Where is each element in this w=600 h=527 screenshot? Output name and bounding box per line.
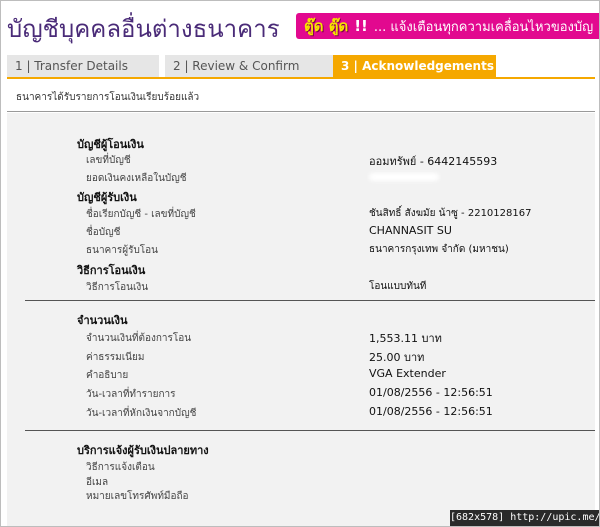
to-account-name-no-value: ชันสิทธิ์ สังฆมัย น้าซู - 2210128167 xyxy=(369,208,532,219)
divider xyxy=(7,111,595,112)
debit-time-value: 01/08/2556 - 12:56:51 xyxy=(369,405,493,418)
banner-logo: ตู๊ด ตู๊ด xyxy=(304,17,349,35)
transfer-amount-label: จำนวนเงินที่ต้องการโอน xyxy=(86,333,192,344)
tab-transfer-details[interactable]: 1 | Transfer Details xyxy=(7,55,165,77)
image-host-watermark: [682x578] http://upic.me/ xyxy=(450,510,599,526)
divider xyxy=(25,430,595,431)
promo-banner[interactable]: ตู๊ด ตู๊ด !! ... แจ้งเตือนทุกความเคลื่อน… xyxy=(296,13,599,39)
receiving-bank-value: ธนาคารกรุงเทพ จำกัด (มหาชน) xyxy=(369,244,509,255)
method-heading: วิธีการโอนเงิน xyxy=(77,264,146,277)
tab-review-confirm[interactable]: 2 | Review & Confirm xyxy=(165,55,333,77)
transaction-time-label: วัน-เวลาที่ทำรายการ xyxy=(86,389,176,400)
notify-heading: บริการแจ้งผู้รับเงินปลายทาง xyxy=(77,444,209,457)
fee-value: 25.00 บาท xyxy=(369,351,425,364)
balance-value-redacted xyxy=(369,173,439,181)
to-account-name-value: CHANNASIT SU xyxy=(369,224,452,237)
banner-message: ... แจ้งเตือนทุกความเคลื่อนไหวของบัญ xyxy=(373,19,594,35)
amount-heading: จำนวนเงิน xyxy=(77,314,128,327)
from-account-no-label: เลขที่บัญชี xyxy=(86,155,131,166)
balance-label: ยอดเงินคงเหลือในบัญชี xyxy=(86,173,187,184)
description-value: VGA Extender xyxy=(369,367,446,380)
fee-label: ค่าธรรมเนียม xyxy=(86,352,145,363)
notify-method-label: วิธีการแจ้งเตือน xyxy=(86,462,155,473)
method-label: วิธีการโอนเงิน xyxy=(86,282,149,293)
notify-email-label: อีเมล xyxy=(86,477,109,488)
method-value: โอนแบบทันที xyxy=(369,281,427,292)
to-account-heading: บัญชีผู้รับเงิน xyxy=(77,191,137,204)
description-label: คำอธิบาย xyxy=(86,370,129,381)
to-account-name-no-label: ชื่อเรียกบัญชี - เลขที่บัญชี xyxy=(86,209,196,220)
success-notice: ธนาคารได้รับรายการโอนเงินเรียบร้อยแล้ว xyxy=(16,92,200,103)
banner-exclamation: !! xyxy=(354,17,368,35)
page-title: บัญชีบุคคลอื่นต่างธนาคาร xyxy=(7,15,280,43)
notify-phone-label: หมายเลขโทรศัพท์มือถือ xyxy=(86,491,189,502)
to-account-name-label: ชื่อบัญชี xyxy=(86,227,121,238)
step-tabs: 1 | Transfer Details 2 | Review & Confir… xyxy=(7,55,595,77)
debit-time-label: วัน-เวลาที่หักเงินจากบัญชี xyxy=(86,408,197,419)
divider xyxy=(25,300,595,301)
tab-underline xyxy=(7,77,595,79)
transfer-amount-value: 1,553.11 บาท xyxy=(369,332,442,345)
receiving-bank-label: ธนาคารผู้รับโอน xyxy=(86,245,159,256)
from-account-heading: บัญชีผู้โอนเงิน xyxy=(77,138,144,151)
screenshot-frame: บัญชีบุคคลอื่นต่างธนาคาร ตู๊ด ตู๊ด !! ..… xyxy=(0,0,600,527)
tab-acknowledgements[interactable]: 3 | Acknowledgements xyxy=(333,55,496,77)
transaction-time-value: 01/08/2556 - 12:56:51 xyxy=(369,386,493,399)
from-account-no-value: ออมทรัพย์ - 6442145593 xyxy=(369,155,498,168)
